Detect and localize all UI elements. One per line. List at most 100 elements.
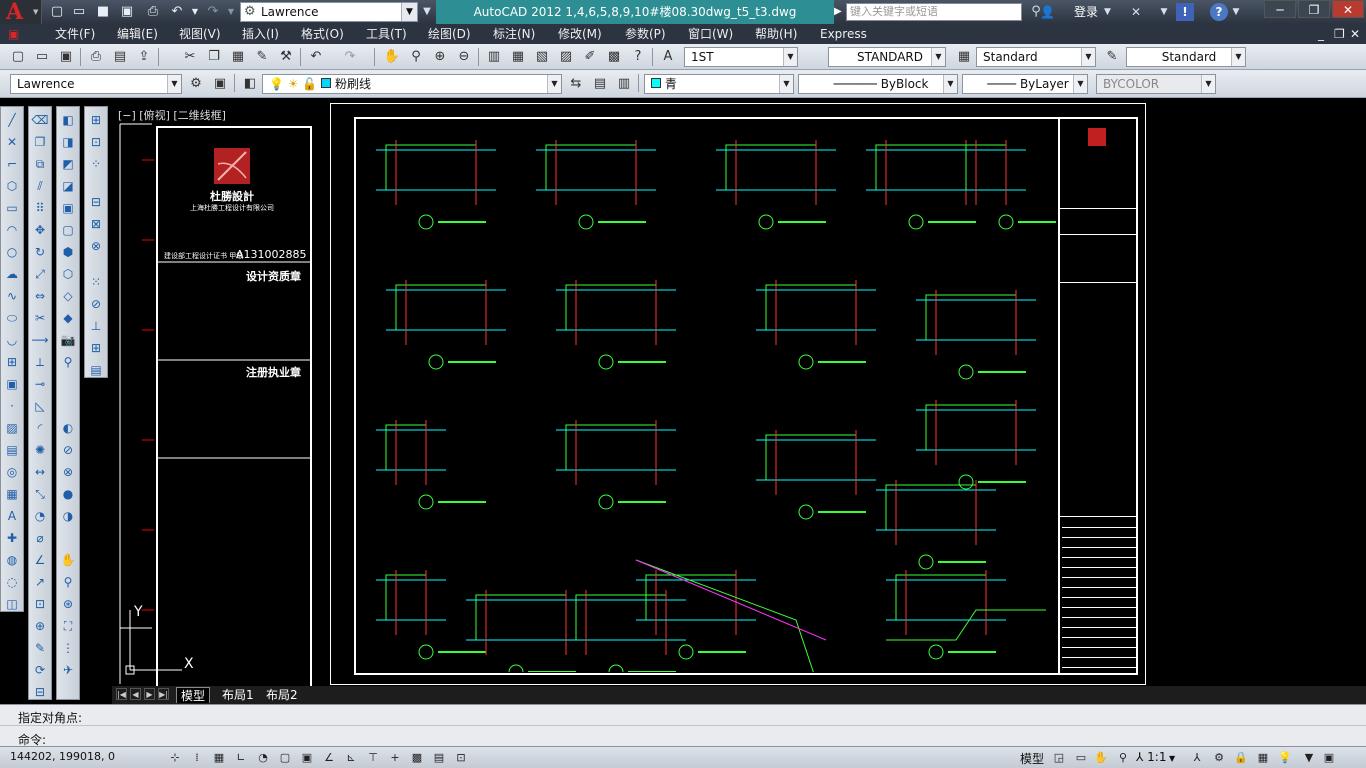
grid-display-icon[interactable]: ▦ (210, 749, 228, 766)
chamfer-icon[interactable]: ◺ (31, 397, 49, 415)
rectangle-icon[interactable]: ▭ (3, 199, 21, 217)
dim-edit-icon[interactable]: ✎ (31, 639, 49, 657)
menu-file[interactable]: 文件(F) (55, 24, 95, 44)
snap-mode-icon[interactable]: ⁞ (188, 749, 206, 766)
view-back-icon[interactable]: ▢ (59, 221, 77, 239)
leader-icon[interactable]: ↗ (31, 573, 49, 591)
extend-icon[interactable]: ⟶ (31, 331, 49, 349)
snap-endpoint-icon[interactable]: ⊟ (87, 193, 105, 211)
expand-arrow-icon[interactable]: ▶ (834, 4, 846, 20)
dim-update-icon[interactable]: ⟳ (31, 661, 49, 679)
menu-express[interactable]: Express (820, 24, 867, 44)
quick-properties-icon[interactable]: ▤ (430, 749, 448, 766)
dim-style-icon[interactable]: ⊟ (31, 683, 49, 701)
table-style-icon[interactable]: ▦ (954, 47, 974, 67)
new-icon[interactable]: ▢ (48, 3, 66, 21)
menu-edit[interactable]: 编辑(E) (117, 24, 158, 44)
tab-model[interactable]: 模型 (176, 687, 211, 703)
orbit-icon[interactable]: ◍ (3, 551, 21, 569)
construction-line-icon[interactable]: ✕ (3, 133, 21, 151)
polygon-icon[interactable]: ⬡ (3, 177, 21, 195)
lock-icon[interactable]: 🔒 (1232, 749, 1250, 766)
open-icon[interactable]: ▭ (32, 47, 52, 67)
view-front-icon[interactable]: ▣ (59, 199, 77, 217)
coordinates-readout[interactable]: 144202, 199018, 0 (10, 750, 115, 763)
join-icon[interactable]: ⊸ (31, 375, 49, 393)
ortho-icon[interactable]: ∟ (232, 749, 250, 766)
layer-previous-icon[interactable]: ▤ (590, 74, 610, 94)
zoom-window-icon[interactable]: ⚲ (59, 573, 77, 591)
layer-states-icon[interactable]: ▥ (614, 74, 634, 94)
undo-icon[interactable]: ↶ (168, 3, 186, 21)
ellipse-icon[interactable]: ⬭ (3, 309, 21, 327)
sheet-set-icon[interactable]: ▨ (556, 47, 576, 67)
clean-screen-icon[interactable]: ▣ (1320, 749, 1338, 766)
dim-linear-icon[interactable]: ↔ (31, 463, 49, 481)
wipeout-icon[interactable]: ◌ (3, 573, 21, 591)
print-icon[interactable]: ⎙ (86, 47, 106, 67)
add-selected-icon[interactable]: ✚ (3, 529, 21, 547)
view-nw-iso-icon[interactable]: ◇ (59, 287, 77, 305)
object-snap-tracking-icon[interactable]: ∠ (320, 749, 338, 766)
view-left-icon[interactable]: ◩ (59, 155, 77, 173)
boundary-icon[interactable]: ◫ (3, 595, 21, 613)
point-icon[interactable]: · (3, 397, 21, 415)
menu-parametric[interactable]: 参数(P) (625, 24, 666, 44)
snap-settings-icon[interactable]: ▤ (87, 361, 105, 379)
revision-cloud-icon[interactable]: ☁ (3, 265, 21, 283)
exchange-icon[interactable]: ✕ (1128, 3, 1144, 21)
isolate-objects-icon[interactable]: 💡 (1276, 749, 1294, 766)
workspace-select[interactable]: ⚙ Lawrence ▼ (240, 2, 418, 22)
hatch-icon[interactable]: ▨ (3, 419, 21, 437)
viewport-label[interactable]: [−] [俯视] [二维线框] (118, 107, 226, 123)
walk-icon[interactable]: ⛶ (59, 617, 77, 635)
text-style-select[interactable]: STANDARD ▼ (828, 47, 946, 67)
dim-diameter-icon[interactable]: ⌀ (31, 529, 49, 547)
new-icon[interactable]: ▢ (8, 47, 28, 67)
tool-palettes-icon[interactable]: ▧ (532, 47, 552, 67)
cut-icon[interactable]: ✂ (180, 47, 200, 67)
open-icon[interactable]: ▭ (70, 3, 88, 21)
help-icon[interactable]: ? (1210, 3, 1228, 21)
redo-icon[interactable]: ↷ (340, 47, 360, 67)
make-block-icon[interactable]: ▣ (3, 375, 21, 393)
menu-window[interactable]: 窗口(W) (688, 24, 733, 44)
menu-dimension[interactable]: 标注(N) (493, 24, 535, 44)
annotation-scale-icon[interactable]: ⚲ (1114, 749, 1132, 766)
zoom-window-icon[interactable]: ⊕ (430, 47, 450, 67)
multileader-style-icon[interactable]: ✎ (1102, 47, 1122, 67)
object-snap-icon[interactable]: ▢ (276, 749, 294, 766)
dim-angular-icon[interactable]: ∠ (31, 551, 49, 569)
print-icon[interactable]: ⎙ (144, 3, 162, 21)
menu-insert[interactable]: 插入(I) (242, 24, 279, 44)
paste-icon[interactable]: ▦ (228, 47, 248, 67)
make-current-layer-icon[interactable]: ⇆ (566, 74, 586, 94)
zoom-realtime-icon[interactable]: ⚲ (406, 47, 426, 67)
view-bottom-icon[interactable]: ◨ (59, 133, 77, 151)
quick-view-drawings-icon[interactable]: ▭ (1072, 749, 1090, 766)
tolerance-icon[interactable]: ⊡ (31, 595, 49, 613)
color-select[interactable]: 青 ▼ (644, 74, 794, 94)
model-space-label[interactable]: 模型 (1020, 750, 1044, 767)
match-properties-icon[interactable]: ✎ (252, 47, 272, 67)
polyline-icon[interactable]: ⌐ (3, 155, 21, 173)
login-dropdown-icon[interactable]: ▼ (1104, 3, 1118, 21)
save-as-icon[interactable]: ▣ (118, 3, 136, 21)
save-icon[interactable]: ■ (94, 3, 112, 21)
snap-center-icon[interactable]: ⁙ (87, 273, 105, 291)
erase-icon[interactable]: ⌫ (31, 111, 49, 129)
dynamic-input-icon[interactable]: ⊤ (364, 749, 382, 766)
snap-from-icon[interactable]: ⁘ (87, 155, 105, 173)
prev-tab-icon[interactable]: ◀ (130, 688, 141, 700)
line-icon[interactable]: ╱ (3, 111, 21, 129)
menu-view[interactable]: 视图(V) (179, 24, 221, 44)
lineweight-icon[interactable]: + (386, 749, 404, 766)
menu-modify[interactable]: 修改(M) (558, 24, 602, 44)
application-menu-button[interactable]: A ▼ (0, 0, 42, 24)
customize-icon[interactable]: ▣ (210, 74, 230, 94)
pan-icon[interactable]: ✋ (1092, 749, 1110, 766)
pan-icon[interactable]: ✋ (382, 47, 402, 67)
break-icon[interactable]: ⟂ (31, 353, 49, 371)
doc-restore-icon[interactable]: ❐ (1334, 24, 1345, 44)
zoom-icon[interactable]: ⚲ (59, 353, 77, 371)
